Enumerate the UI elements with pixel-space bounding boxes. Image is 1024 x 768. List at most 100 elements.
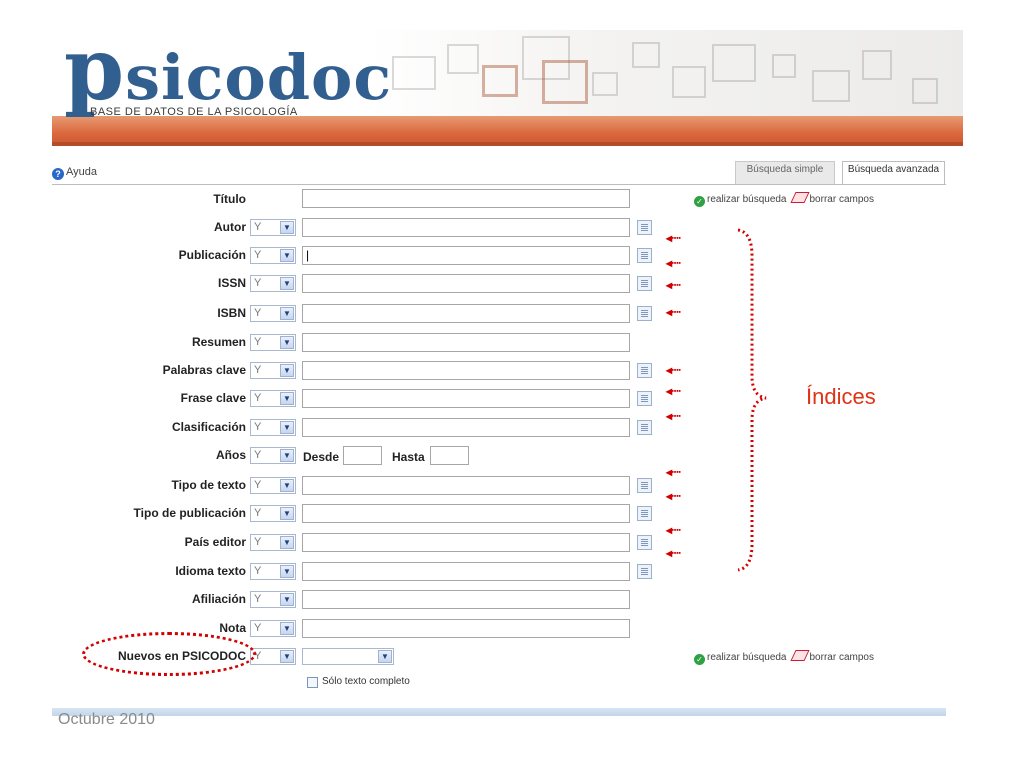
input-issn[interactable] [302,274,630,293]
eraser-icon [789,192,810,203]
operator-value: Y [254,336,262,348]
chevron-down-icon: ▼ [280,622,294,635]
annotation-arrow: ◂∙∙∙∙ [666,409,681,423]
psicodoc-logo: psicodoc [64,30,393,120]
index-list-icon[interactable] [637,506,652,521]
years-from-label: Desde [303,450,340,464]
annotation-arrow: ◂∙∙∙∙ [666,384,681,398]
operator-value: Y [254,221,262,233]
clear-action-bottom[interactable]: borrar campos [787,650,874,663]
index-list-icon[interactable] [637,220,652,235]
input-autor[interactable] [302,218,630,237]
input-resumen[interactable] [302,333,630,352]
chevron-down-icon: ▼ [280,565,294,578]
input-pais-editor[interactable] [302,533,630,552]
panel-footer [52,708,946,716]
operator-select-issn[interactable]: Y ▼ [250,275,296,292]
label-afiliacion: Afiliación [191,592,246,606]
logo-tagline: BASE DE DATOS DE LA PSICOLOGÍA [90,106,298,118]
input-clasificacion[interactable] [302,418,630,437]
nuevos-period-select[interactable]: ▼ [302,648,394,665]
label-pais-editor: País editor [184,535,246,549]
operator-select-afiliacion[interactable]: Y ▼ [250,591,296,608]
label-palabras-clave: Palabras clave [162,363,246,377]
years-from-input[interactable] [343,446,382,465]
operator-select-frase-clave[interactable]: Y ▼ [250,390,296,407]
chevron-down-icon: ▼ [280,221,294,234]
index-list-icon[interactable] [637,478,652,493]
search-action-top[interactable]: ✓ realizar búsqueda [694,194,787,207]
chevron-down-icon: ▼ [280,249,294,262]
search-action-label: realizar búsqueda [707,652,787,663]
check-icon: ✓ [694,196,705,207]
index-list-icon[interactable] [637,363,652,378]
operator-select-publicacion[interactable]: Y ▼ [250,247,296,264]
input-afiliacion[interactable] [302,590,630,609]
highlight-oval [82,632,256,676]
label-clasificacion: Clasificación [171,420,246,434]
operator-select-idioma-texto[interactable]: Y ▼ [250,563,296,580]
operator-select-palabras-clave[interactable]: Y ▼ [250,362,296,379]
index-list-icon[interactable] [637,420,652,435]
index-list-icon[interactable] [637,248,652,263]
operator-select-nota[interactable]: Y ▼ [250,620,296,637]
chevron-down-icon: ▼ [280,364,294,377]
help-label: Ayuda [66,166,97,178]
operator-select-pais-editor[interactable]: Y ▼ [250,534,296,551]
input-publicacion[interactable]: | [302,246,630,265]
operator-value: Y [254,307,262,319]
operator-value: Y [254,421,262,433]
operator-select-isbn[interactable]: Y ▼ [250,305,296,322]
chevron-down-icon: ▼ [280,336,294,349]
label-publicacion: Publicación [178,248,246,262]
operator-value: Y [254,364,262,376]
label-titulo: Título [213,192,246,206]
operator-value: Y [254,536,262,548]
search-action-bottom[interactable]: ✓ realizar búsqueda [694,652,787,665]
annotation-arrow: ◂∙∙∙∙ [666,465,681,479]
operator-select-nuevos[interactable]: Y ▼ [250,648,296,665]
actions-top: ✓ realizar búsqueda borrar campos [694,192,874,207]
help-link[interactable]: ? Ayuda [52,166,97,180]
index-list-icon[interactable] [637,564,652,579]
operator-select-anos[interactable]: Y ▼ [250,447,296,464]
operator-value: Y [254,565,262,577]
tab-simple-search[interactable]: Búsqueda simple [735,161,835,185]
operator-select-autor[interactable]: Y ▼ [250,219,296,236]
chevron-down-icon: ▼ [280,650,294,663]
operator-select-clasificacion[interactable]: Y ▼ [250,419,296,436]
input-frase-clave[interactable] [302,389,630,408]
index-list-icon[interactable] [637,535,652,550]
fulltext-checkbox[interactable] [307,677,318,688]
actions-bottom: ✓ realizar búsqueda borrar campos [694,650,874,665]
operator-select-tipo-publicacion[interactable]: Y ▼ [250,505,296,522]
input-isbn[interactable] [302,304,630,323]
input-palabras-clave[interactable] [302,361,630,380]
operator-select-tipo-texto[interactable]: Y ▼ [250,477,296,494]
annotation-arrow: ◂∙∙∙∙ [666,363,681,377]
input-tipo-texto[interactable] [302,476,630,495]
chevron-down-icon: ▼ [280,307,294,320]
annotation-arrow: ◂∙∙∙∙ [666,256,681,270]
operator-select-resumen[interactable]: Y ▼ [250,334,296,351]
input-titulo[interactable] [302,189,630,208]
chevron-down-icon: ▼ [280,277,294,290]
chevron-down-icon: ▼ [280,421,294,434]
index-list-icon[interactable] [637,391,652,406]
tab-advanced-search[interactable]: Búsqueda avanzada [842,161,945,185]
chevron-down-icon: ▼ [280,593,294,606]
years-to-input[interactable] [430,446,469,465]
slide-date: Octubre 2010 [58,711,155,728]
input-tipo-publicacion[interactable] [302,504,630,523]
index-list-icon[interactable] [637,276,652,291]
input-nota[interactable] [302,619,630,638]
clear-action-top[interactable]: borrar campos [787,192,874,205]
label-autor: Autor [214,220,246,234]
index-list-icon[interactable] [637,306,652,321]
years-to-label: Hasta [392,450,425,464]
input-idioma-texto[interactable] [302,562,630,581]
indices-brace [737,228,767,572]
operator-value: Y [254,507,262,519]
eraser-icon [789,650,810,661]
indices-annotation: Índices [806,384,876,409]
